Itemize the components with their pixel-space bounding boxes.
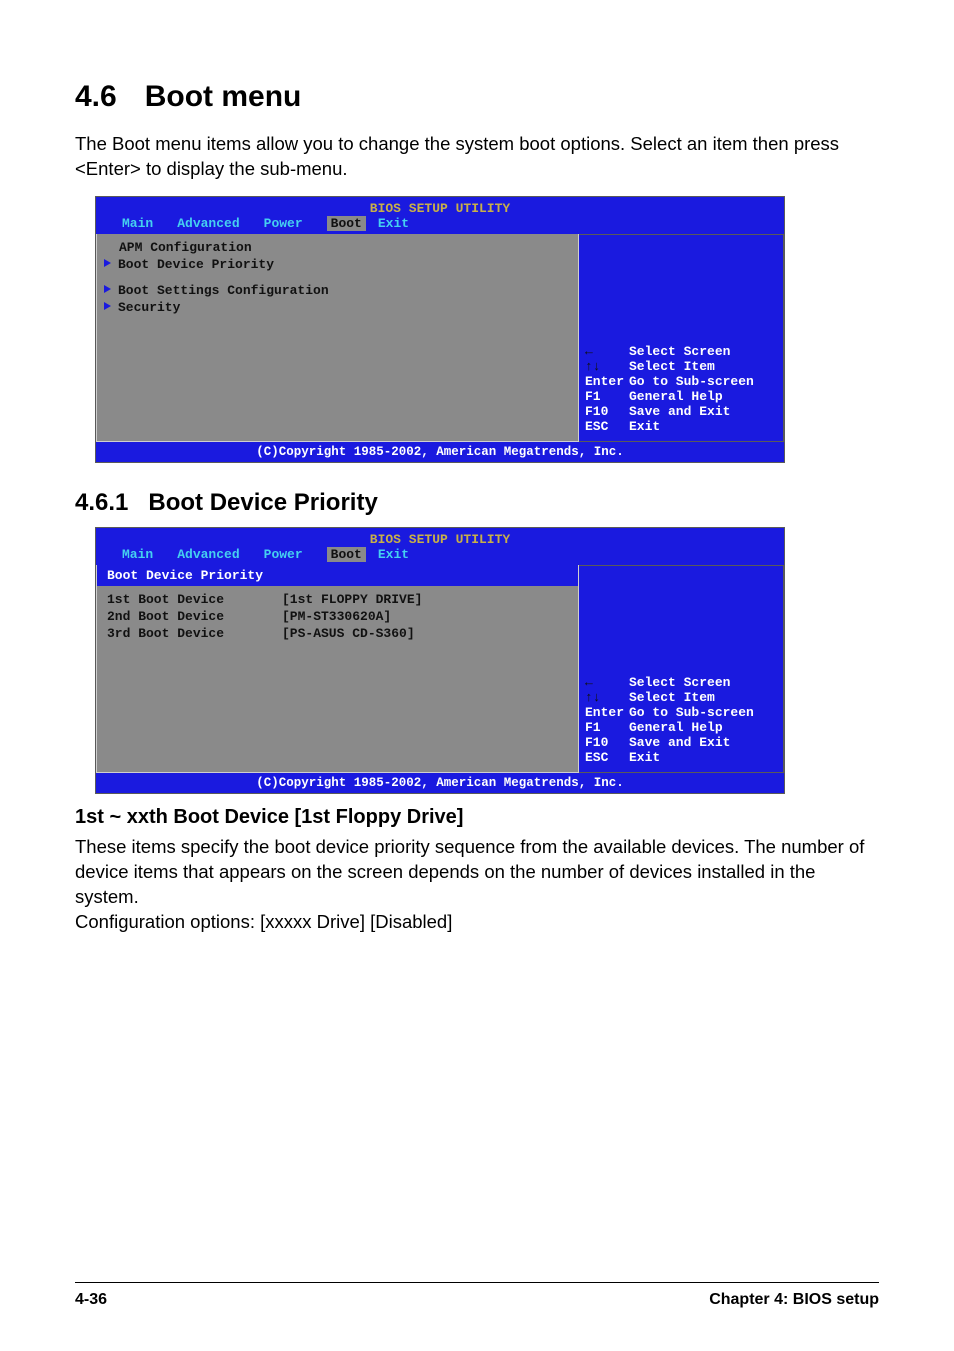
tab-advanced[interactable]: Advanced [165, 216, 251, 231]
tab-main[interactable]: Main [110, 547, 165, 562]
bios-header: BIOS SETUP UTILITY [96, 528, 784, 547]
bios-header: BIOS SETUP UTILITY [96, 197, 784, 216]
tab-exit[interactable]: Exit [366, 216, 421, 231]
field-2nd-boot[interactable]: 2nd Boot Device[PM-ST330620A] [107, 608, 568, 625]
config-options-text: Configuration options: [xxxxx Drive] [Di… [75, 910, 879, 935]
tab-advanced[interactable]: Advanced [165, 547, 251, 562]
section-name: Boot menu [145, 80, 302, 113]
menu-item-security[interactable]: Security [107, 299, 568, 316]
subsection-name: Boot Device Priority [148, 489, 377, 516]
submenu-arrow-icon [104, 259, 111, 267]
tab-boot-active: Boot [327, 216, 366, 231]
bios-help-panel: ←Select Screen ↑↓Select Item EnterGo to … [579, 234, 784, 442]
page-number: 4-36 [75, 1291, 107, 1309]
page-footer: 4-36 Chapter 4: BIOS setup [75, 1282, 879, 1309]
subsection-title: 4.6.1 Boot Device Priority [75, 489, 879, 517]
subsection-number: 4.6.1 [75, 489, 128, 516]
tab-boot-active: Boot [327, 547, 366, 562]
tab-power[interactable]: Power [252, 216, 315, 231]
bios-menu-panel: Boot Device Priority 1st Boot Device[1st… [96, 565, 579, 773]
submenu-arrow-icon [104, 285, 111, 293]
submenu-arrow-icon [104, 302, 111, 310]
bios-menu-panel: APM Configuration Boot Device Priority B… [96, 234, 579, 442]
bios-screen-boot-menu: BIOS SETUP UTILITY Main Advanced Power B… [95, 196, 785, 463]
bios-tab-bar: Main Advanced Power Boot Exit [96, 547, 784, 565]
menu-item-boot-priority[interactable]: Boot Device Priority [107, 256, 568, 273]
updown-arrow-icon: ↑↓ [585, 360, 629, 375]
panel-header: Boot Device Priority [97, 565, 578, 586]
bios-copyright: (C)Copyright 1985-2002, American Megatre… [96, 773, 784, 793]
bios-screen-boot-priority: BIOS SETUP UTILITY Main Advanced Power B… [95, 527, 785, 794]
menu-item-boot-settings[interactable]: Boot Settings Configuration [107, 282, 568, 299]
left-arrow-icon: ← [585, 345, 629, 360]
tab-power[interactable]: Power [252, 547, 315, 562]
bios-copyright: (C)Copyright 1985-2002, American Megatre… [96, 442, 784, 462]
tab-boot-wrapper[interactable]: Boot [315, 547, 366, 562]
field-description-text: These items specify the boot device prio… [75, 835, 879, 910]
chapter-label: Chapter 4: BIOS setup [709, 1291, 879, 1309]
updown-arrow-icon: ↑↓ [585, 691, 629, 706]
tab-boot-wrapper[interactable]: Boot [315, 216, 366, 231]
intro-paragraph: The Boot menu items allow you to change … [75, 132, 879, 182]
bios-tab-bar: Main Advanced Power Boot Exit [96, 216, 784, 234]
left-arrow-icon: ← [585, 676, 629, 691]
menu-item-apm[interactable]: APM Configuration [107, 239, 568, 256]
section-title: 4.6 Boot menu [75, 80, 879, 114]
field-3rd-boot[interactable]: 3rd Boot Device[PS-ASUS CD-S360] [107, 625, 568, 642]
section-number: 4.6 [75, 80, 117, 113]
field-1st-boot[interactable]: 1st Boot Device[1st FLOPPY DRIVE] [107, 591, 568, 608]
bios-help-panel: ←Select Screen ↑↓Select Item EnterGo to … [579, 565, 784, 773]
field-description-title: 1st ~ xxth Boot Device [1st Floppy Drive… [75, 806, 879, 829]
tab-main[interactable]: Main [110, 216, 165, 231]
tab-exit[interactable]: Exit [366, 547, 421, 562]
